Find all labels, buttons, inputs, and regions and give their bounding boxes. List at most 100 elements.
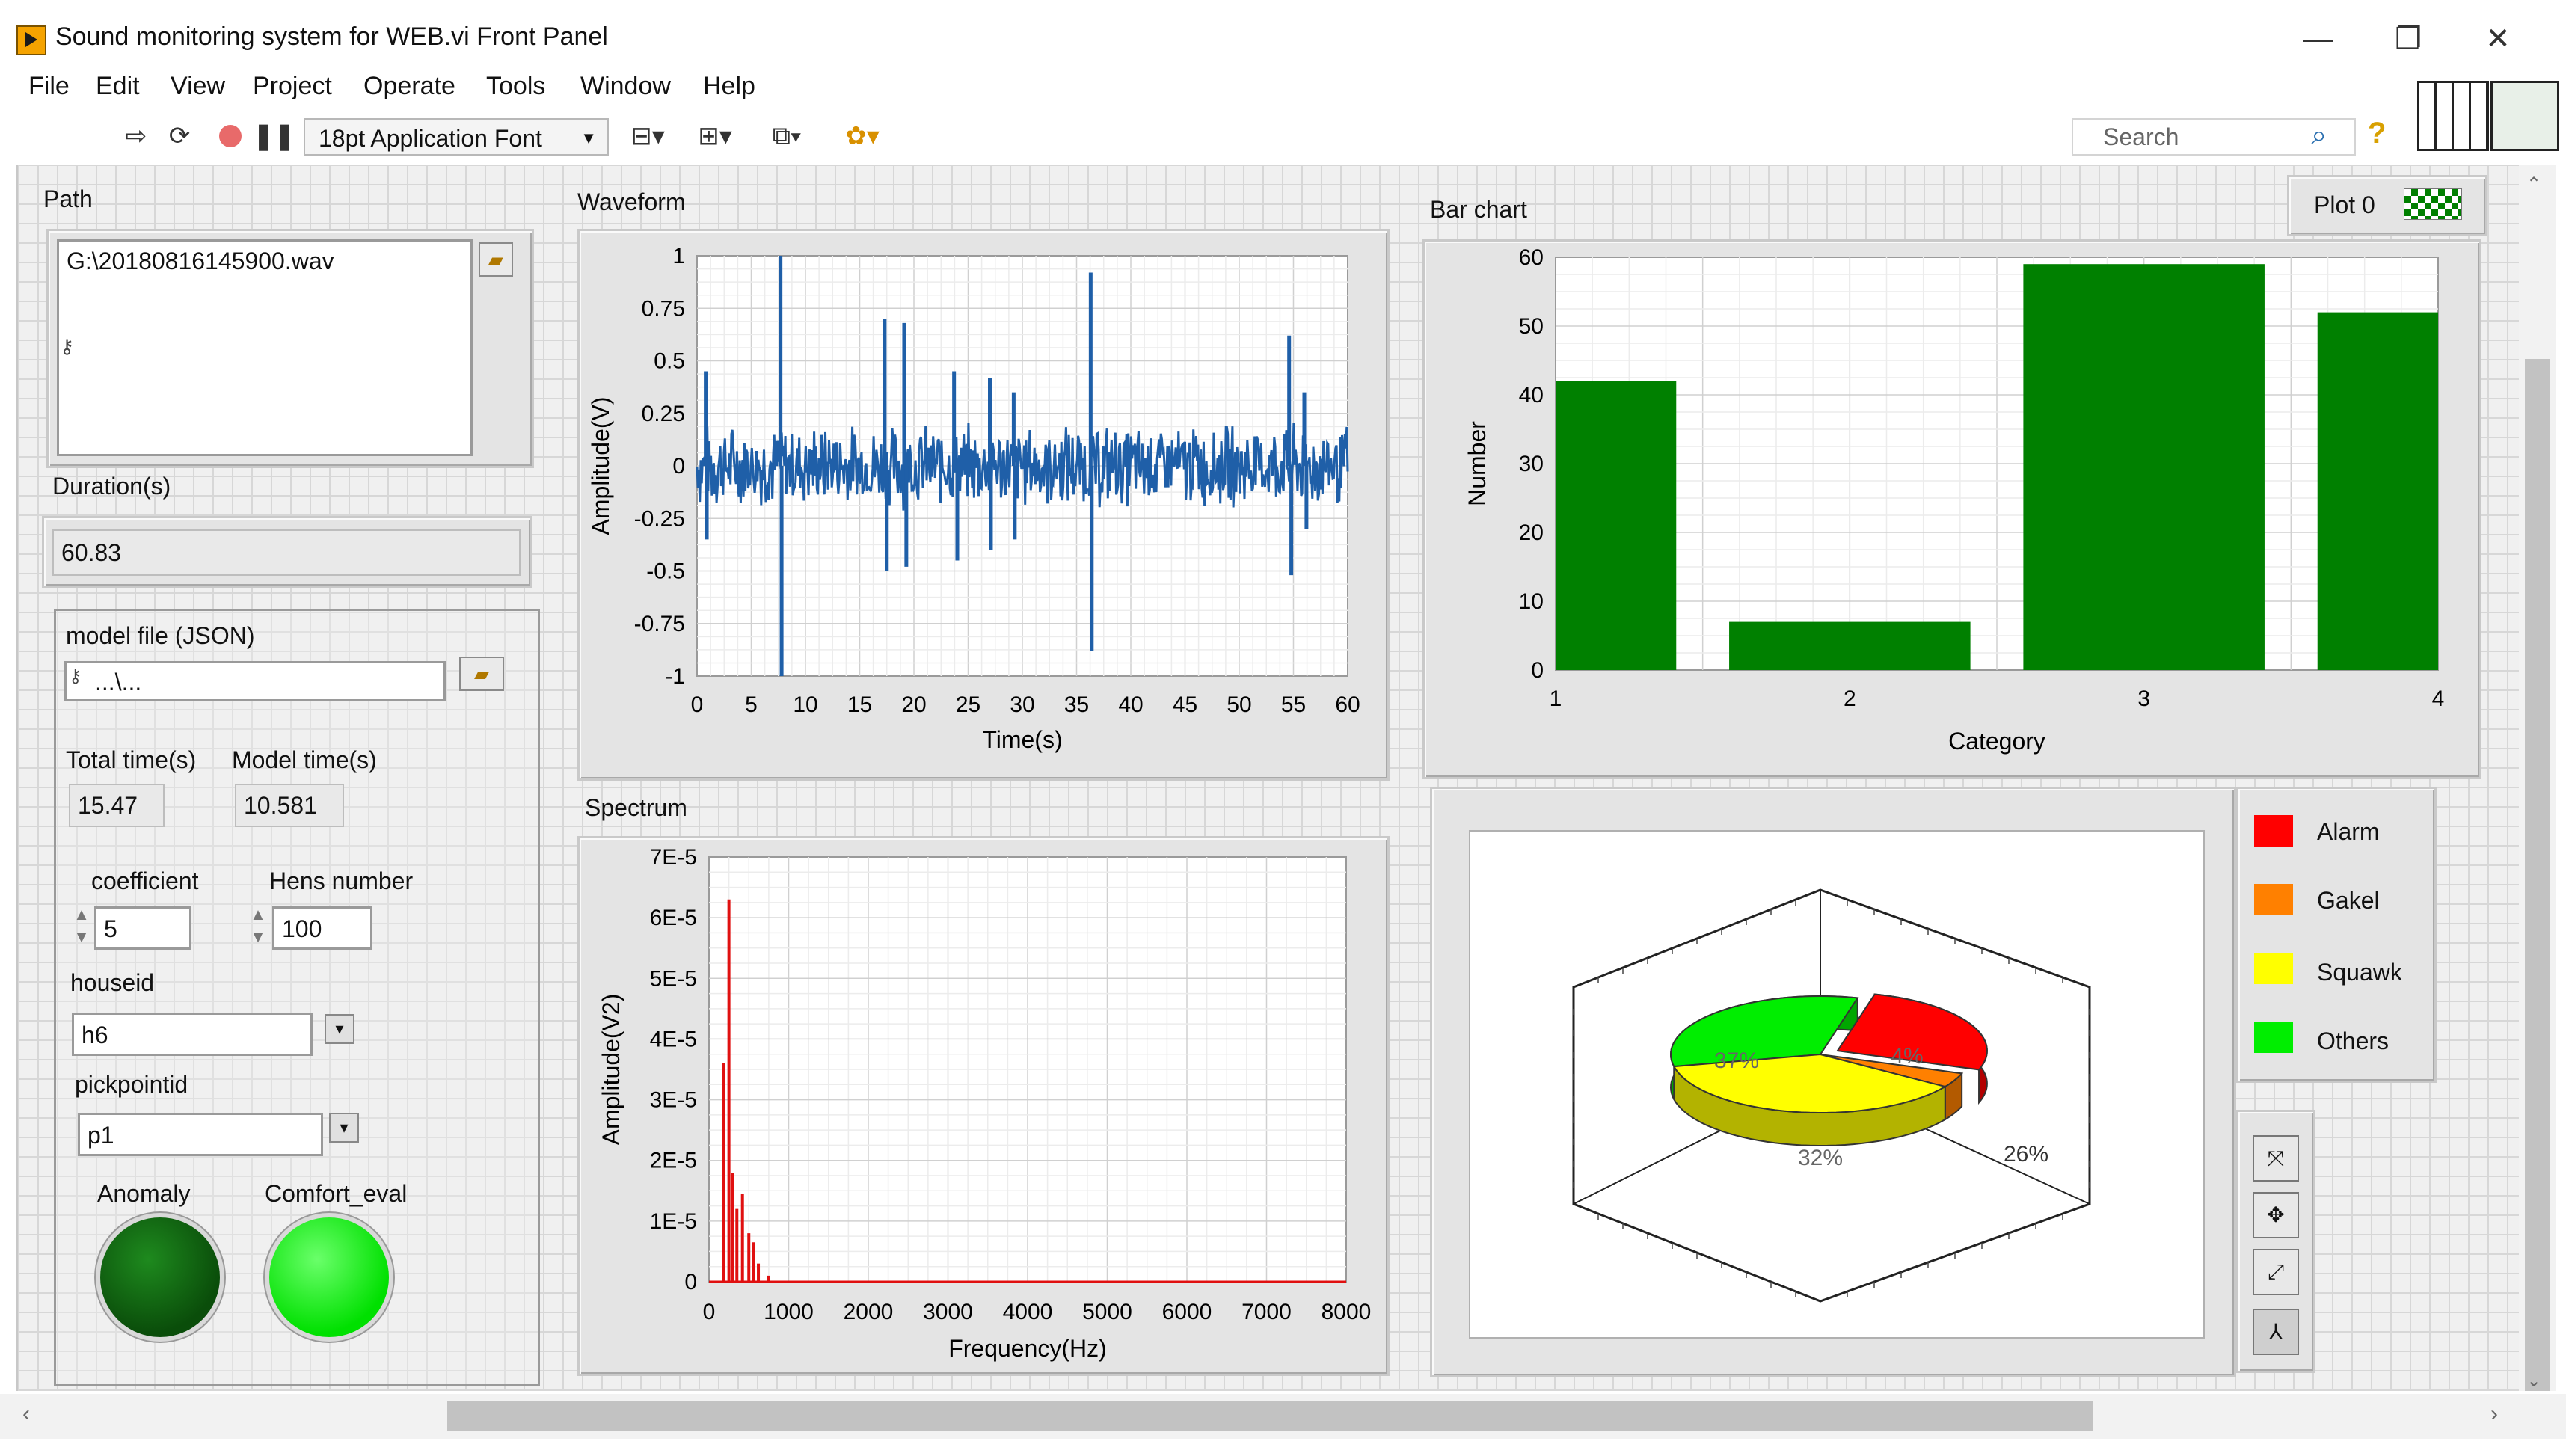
connector-pane-icon[interactable] [2417, 81, 2489, 151]
spectrum-title: Spectrum [585, 794, 687, 821]
chevron-down-icon: ▼ [580, 129, 597, 147]
y-tick-label: 0 [684, 1270, 697, 1294]
pie-label-squawk: 37% [1714, 1048, 1759, 1073]
plot-legend-label: Plot 0 [2314, 191, 2375, 218]
x-tick-label: 55 [1281, 692, 1306, 717]
zoom-tool-icon[interactable]: ⤢ [2253, 1249, 2299, 1295]
houseid-dropdown-icon[interactable]: ▾ [325, 1014, 354, 1044]
menu-file[interactable]: File [28, 72, 70, 101]
pause-icon[interactable]: ❚❚ [253, 120, 295, 153]
y-tick-label: 6E-5 [650, 906, 697, 930]
window-title: Sound monitoring system for WEB.vi Front… [55, 22, 608, 51]
minimize-icon[interactable]: — [2289, 16, 2348, 61]
x-tick-label: 4 [2432, 686, 2445, 711]
duration-label: Duration(s) [52, 473, 171, 500]
x-tick-label: 0 [703, 1300, 716, 1324]
pickpointid-dropdown-icon[interactable]: ▾ [329, 1113, 359, 1143]
align-icon[interactable]: ⊟▾ [625, 120, 670, 153]
bar-chart[interactable]: 60 50 40 30 20 10 01 2 3 4 Category Number [1422, 239, 2481, 779]
pan-tool-icon[interactable]: ✥ [2253, 1192, 2299, 1238]
path-type-icon: ⚷ [60, 335, 75, 357]
close-icon[interactable]: ✕ [2468, 16, 2528, 61]
y-tick-label: 60 [1519, 245, 1544, 270]
menu-view[interactable]: View [171, 72, 225, 101]
scroll-right-icon[interactable]: › [2490, 1401, 2498, 1427]
horizontal-scroll-thumb[interactable] [447, 1401, 2093, 1431]
coefficient-stepper[interactable]: ▲ ▼ [70, 903, 93, 953]
y-axis-label: Number [1464, 421, 1491, 506]
houseid-field[interactable]: h6 [72, 1013, 313, 1056]
scroll-left-icon[interactable]: ‹ [22, 1401, 30, 1427]
model-file-field[interactable]: ...\... [64, 661, 446, 701]
x-tick-label: 50 [1227, 692, 1251, 717]
comfort-eval-led[interactable] [269, 1217, 389, 1337]
menu-window[interactable]: Window [580, 72, 671, 101]
x-tick-label: 20 [901, 692, 926, 717]
menu-edit[interactable]: Edit [96, 72, 140, 101]
axes-tool-icon[interactable]: ⅄ [2253, 1309, 2299, 1355]
hens-number-label: Hens number [269, 867, 414, 894]
y-tick-label: 0.75 [642, 296, 685, 321]
vertical-scroll-thumb[interactable] [2525, 359, 2550, 1391]
distribute-icon[interactable]: ⊞▾ [693, 120, 737, 153]
y-axis-label: Amplitude(V) [587, 397, 614, 535]
run-arrow-icon[interactable]: ⇨ [118, 120, 154, 153]
x-tick-label: 5 [745, 692, 758, 717]
y-tick-label: -1 [665, 664, 685, 689]
x-tick-label: 30 [1010, 692, 1034, 717]
y-tick-label: 40 [1519, 383, 1544, 408]
legend-swatch-alarm [2254, 815, 2293, 847]
browse-folder-icon[interactable]: ▰ [459, 657, 504, 691]
pie-chart[interactable]: 26% 4% 37% 32% [1469, 830, 2202, 1336]
search-icon[interactable]: ⌕ [2311, 120, 2327, 152]
legend-label-gakel: Gakel [2317, 887, 2380, 914]
y-tick-label: 0.25 [642, 402, 685, 426]
x-tick-label: 35 [1064, 692, 1089, 717]
menu-tools[interactable]: Tools [486, 72, 545, 101]
resize-icon[interactable]: ⧉▾ [764, 120, 809, 153]
restore-icon[interactable]: ❐ [2378, 16, 2438, 61]
y-tick-label: 1 [672, 244, 685, 268]
reorder-icon[interactable]: ✿▾ [836, 120, 888, 153]
total-time-indicator: 15.47 [69, 784, 165, 827]
x-tick-label: 10 [793, 692, 817, 717]
x-tick-label: 3 [2137, 686, 2150, 711]
hens-number-stepper[interactable]: ▲ ▼ [247, 903, 269, 953]
houseid-label: houseid [70, 969, 155, 996]
help-icon[interactable]: ? [2368, 117, 2386, 150]
x-tick-label: 1 [1550, 686, 1562, 711]
x-axis-label: Frequency(Hz) [948, 1335, 1107, 1362]
menu-operate[interactable]: Operate [363, 72, 455, 101]
pickpointid-field[interactable]: p1 [78, 1113, 323, 1156]
scroll-up-icon[interactable]: ⌃ [2526, 173, 2541, 195]
menu-project[interactable]: Project [253, 72, 332, 101]
path-field[interactable]: G:\20180816145900.wav [57, 239, 473, 456]
run-continuously-icon[interactable]: ⟳ [162, 120, 197, 153]
comfort-eval-label: Comfort_eval [265, 1180, 408, 1207]
hens-number-field[interactable]: 100 [272, 906, 372, 950]
bar-4 [2317, 312, 2438, 670]
x-axis-label: Time(s) [982, 726, 1062, 753]
y-tick-label: 3E-5 [650, 1088, 697, 1113]
path-label: Path [43, 185, 93, 212]
spectrum-graph[interactable]: 0 1000 2000 3000 4000 5000 6000 7000 8000 7E-5 6E-… [577, 836, 1390, 1376]
x-tick-label: 25 [956, 692, 980, 717]
y-tick-label: 7E-5 [650, 845, 697, 870]
scroll-down-icon[interactable]: ⌄ [2526, 1370, 2541, 1392]
vi-icon[interactable] [2490, 81, 2559, 151]
rotate-tool-icon[interactable]: ⤧ [2253, 1135, 2299, 1182]
labview-app-icon [16, 25, 46, 55]
menu-help[interactable]: Help [703, 72, 755, 101]
plot-legend-swatch [2404, 188, 2462, 220]
x-tick-label: 1000 [764, 1300, 814, 1324]
font-selector[interactable]: 18pt Application Font ▼ [304, 118, 609, 156]
coefficient-field[interactable]: 5 [94, 906, 191, 950]
legend-label-others: Others [2317, 1028, 2389, 1054]
x-tick-label: 45 [1173, 692, 1197, 717]
x-tick-label: 6000 [1162, 1300, 1212, 1324]
browse-folder-icon[interactable]: ▰ [479, 242, 513, 277]
abort-icon[interactable] [212, 120, 248, 153]
legend-label-squawk: Squawk [2317, 959, 2402, 986]
waveform-graph[interactable]: 0 5 10 15 20 25 30 35 40 45 50 55 60 1 0.75 0.5 0.25 0 -0.… [577, 229, 1390, 781]
anomaly-led[interactable] [100, 1217, 220, 1337]
